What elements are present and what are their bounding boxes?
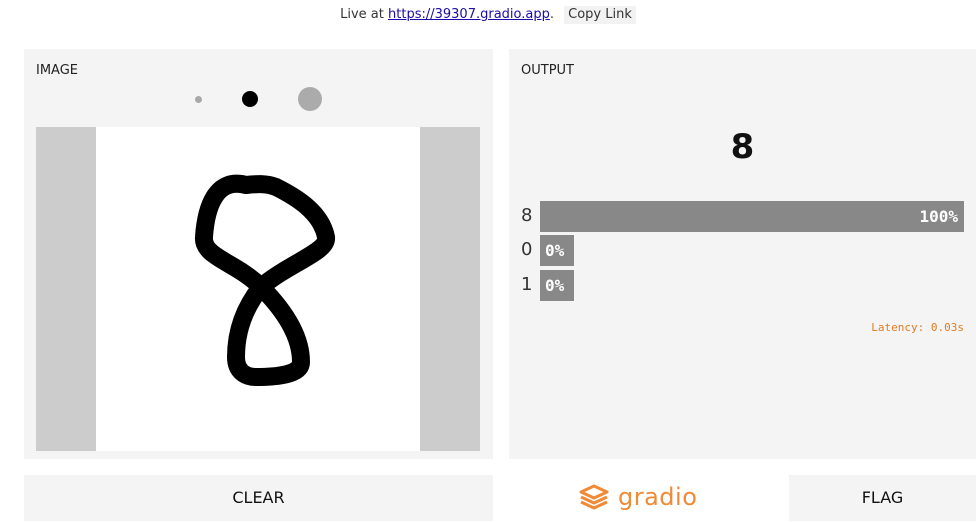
confidence-bar: 0%: [540, 235, 574, 266]
confidence-bar: 100%: [540, 201, 964, 232]
gradio-wordmark: gradio: [618, 483, 698, 511]
share-bar: Live at https://39307.gradio.app. Copy L…: [0, 6, 976, 24]
brush-size-small[interactable]: [195, 96, 202, 103]
confidence-bar: 0%: [540, 270, 574, 301]
confidence-percent: 0%: [545, 241, 565, 260]
brush-size-medium[interactable]: [242, 91, 258, 107]
sketchpad-container: [36, 127, 480, 451]
gradio-logo-icon: [579, 484, 609, 510]
confidence-label: 8: [521, 205, 533, 226]
output-panel-title: OUTPUT: [521, 63, 574, 78]
live-at-label: Live at: [340, 7, 384, 22]
confidence-label: 0: [521, 239, 533, 260]
input-panel-title: IMAGE: [36, 63, 79, 78]
share-link[interactable]: https://39307.gradio.app: [388, 7, 550, 22]
digit-drawing: [195, 174, 335, 386]
sketchpad-canvas[interactable]: [96, 127, 420, 451]
confidence-percent: 0%: [545, 276, 565, 295]
output-panel: OUTPUT 8 8 100% 0 0% 1 0% Latency: 0.03s: [509, 49, 976, 459]
confidence-label: 1: [521, 274, 533, 295]
clear-button[interactable]: CLEAR: [24, 475, 493, 521]
flag-button[interactable]: FLAG: [789, 475, 976, 521]
share-link-suffix: .: [549, 7, 554, 22]
input-panel: IMAGE: [24, 49, 493, 459]
latency-text: Latency: 0.03s: [871, 321, 964, 334]
gradio-logo[interactable]: gradio: [578, 480, 697, 514]
predicted-label: 8: [730, 127, 755, 167]
brush-size-large[interactable]: [298, 87, 322, 111]
confidence-percent: 100%: [919, 207, 958, 226]
copy-link-button[interactable]: Copy Link: [564, 6, 636, 24]
